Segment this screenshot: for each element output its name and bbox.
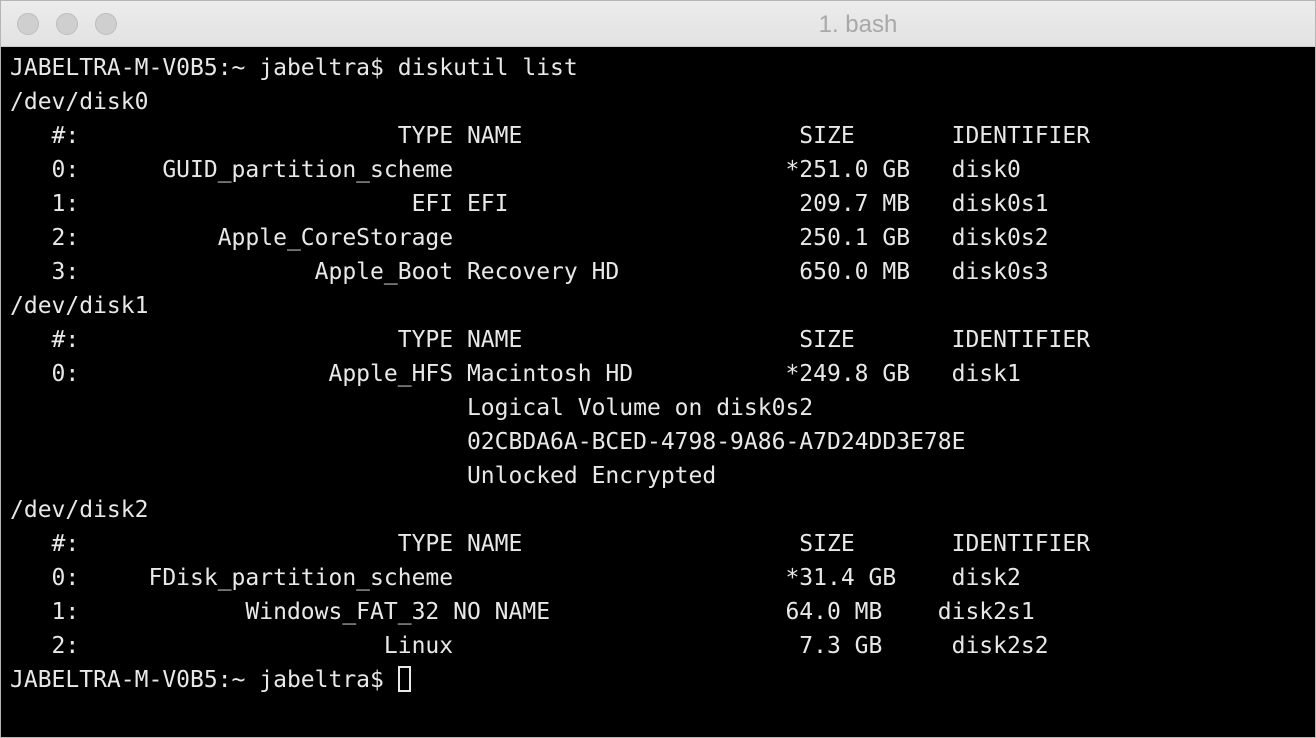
terminal-line: 0: Apple_HFS Macintosh HD *249.8 GB disk… — [10, 361, 1021, 387]
prompt-text: JABELTRA-M-V0B5:~ jabeltra$ — [10, 667, 398, 693]
terminal-line: Unlocked Encrypted — [10, 463, 717, 489]
terminal-line: JABELTRA-M-V0B5:~ jabeltra$ diskutil lis… — [10, 55, 578, 81]
terminal-line: /dev/disk2 — [10, 497, 149, 523]
terminal-line: 3: Apple_Boot Recovery HD 650.0 MB disk0… — [10, 259, 1049, 285]
terminal-line: #: TYPE NAME SIZE IDENTIFIER — [10, 327, 1091, 353]
terminal-line: 2: Apple_CoreStorage 250.1 GB disk0s2 — [10, 225, 1049, 251]
terminal-line: 1: EFI EFI 209.7 MB disk0s1 — [10, 191, 1049, 217]
terminal-output[interactable]: JABELTRA-M-V0B5:~ jabeltra$ diskutil lis… — [1, 47, 1315, 737]
terminal-line: 0: FDisk_partition_scheme *31.4 GB disk2 — [10, 565, 1021, 591]
title-bar[interactable]: 1. bash — [1, 1, 1315, 47]
terminal-line: /dev/disk1 — [10, 293, 149, 319]
prompt-line[interactable]: JABELTRA-M-V0B5:~ jabeltra$ — [10, 663, 411, 697]
terminal-line: 2: Linux 7.3 GB disk2s2 — [10, 633, 1049, 659]
terminal-line: Logical Volume on disk0s2 — [10, 395, 814, 421]
terminal-line: /dev/disk0 — [10, 89, 149, 115]
terminal-window: 1. bash JABELTRA-M-V0B5:~ jabeltra$ disk… — [0, 0, 1316, 738]
text-cursor — [397, 665, 411, 692]
terminal-line: 02CBDA6A-BCED-4798-9A86-A7D24DD3E78E — [10, 429, 966, 455]
terminal-line: 1: Windows_FAT_32 NO NAME 64.0 MB disk2s… — [10, 599, 1035, 625]
terminal-line: 0: GUID_partition_scheme *251.0 GB disk0 — [10, 157, 1021, 183]
window-title: 1. bash — [818, 11, 898, 38]
terminal-line: #: TYPE NAME SIZE IDENTIFIER — [10, 123, 1091, 149]
terminal-line: #: TYPE NAME SIZE IDENTIFIER — [10, 531, 1091, 557]
